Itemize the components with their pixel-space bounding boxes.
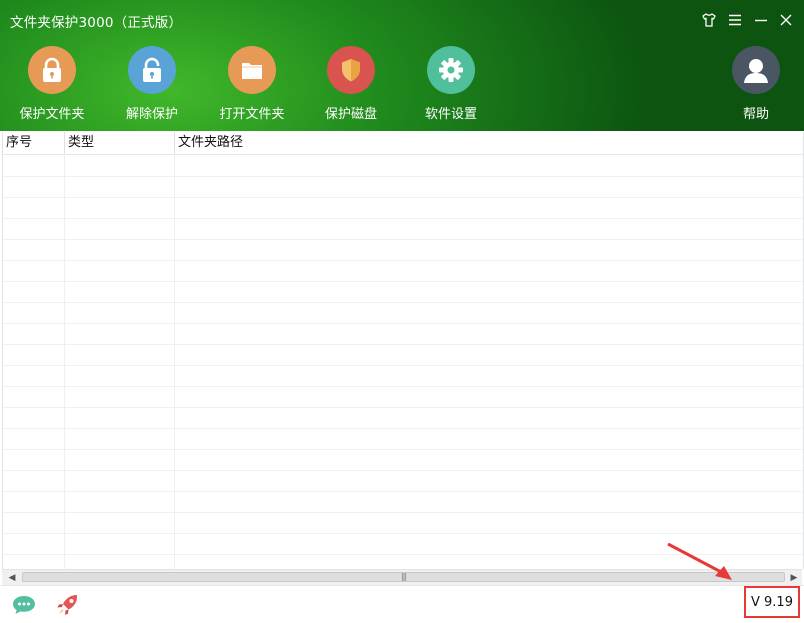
header-bar: 文件夹保护3000（正式版） 保护文件夹 解除保护 打开文件夹 保护磁盘 软件设… bbox=[0, 0, 804, 131]
row-gridline bbox=[3, 344, 803, 345]
row-gridline bbox=[3, 239, 803, 240]
row-gridline bbox=[3, 449, 803, 450]
gear-icon bbox=[427, 46, 475, 94]
column-header-type[interactable]: 类型 bbox=[65, 132, 173, 154]
rocket-icon[interactable] bbox=[55, 592, 81, 622]
window-title: 文件夹保护3000（正式版） bbox=[10, 15, 183, 31]
row-gridline bbox=[3, 407, 803, 408]
shield-icon bbox=[327, 46, 375, 94]
row-gridline bbox=[3, 218, 803, 219]
row-gridline bbox=[3, 281, 803, 282]
grip-icon: ||| bbox=[400, 572, 407, 581]
unprotect-button[interactable]: 解除保护 bbox=[102, 46, 202, 126]
close-icon[interactable] bbox=[777, 11, 795, 29]
row-gridline bbox=[3, 428, 803, 429]
scroll-left-arrow-icon[interactable]: ◀ bbox=[4, 570, 20, 585]
unlock-icon bbox=[128, 46, 176, 94]
protect-folder-button[interactable]: 保护文件夹 bbox=[2, 46, 102, 126]
open-folder-button[interactable]: 打开文件夹 bbox=[202, 46, 302, 126]
unprotect-label: 解除保护 bbox=[125, 107, 178, 122]
protect-disk-label: 保护磁盘 bbox=[324, 107, 377, 122]
settings-button[interactable]: 软件设置 bbox=[401, 46, 501, 126]
row-gridline bbox=[3, 176, 803, 177]
row-gridline bbox=[3, 533, 803, 534]
protect-disk-button[interactable]: 保护磁盘 bbox=[301, 46, 401, 126]
scroll-right-arrow-icon[interactable]: ▶ bbox=[786, 570, 802, 585]
folder-icon bbox=[228, 46, 276, 94]
row-gridline bbox=[3, 365, 803, 366]
row-gridline bbox=[3, 512, 803, 513]
row-gridline bbox=[3, 323, 803, 324]
row-gridline bbox=[3, 197, 803, 198]
column-header-index[interactable]: 序号 bbox=[3, 132, 63, 154]
feedback-icon[interactable] bbox=[11, 594, 37, 620]
column-header-path[interactable]: 文件夹路径 bbox=[175, 132, 775, 154]
table-header: 序号 类型 文件夹路径 bbox=[3, 132, 803, 155]
minimize-icon[interactable] bbox=[752, 11, 770, 29]
annotation-arrow-icon bbox=[667, 542, 732, 580]
settings-label: 软件设置 bbox=[424, 107, 477, 122]
column-gridline bbox=[64, 154, 65, 569]
lock-icon bbox=[28, 46, 76, 94]
column-gridline bbox=[174, 154, 175, 569]
help-label: 帮助 bbox=[742, 107, 769, 122]
row-gridline bbox=[3, 386, 803, 387]
protect-folder-label: 保护文件夹 bbox=[19, 107, 85, 122]
row-gridline bbox=[3, 302, 803, 303]
version-label: V 9.19 bbox=[744, 586, 800, 618]
folder-list-table[interactable]: 序号 类型 文件夹路径 bbox=[2, 132, 804, 569]
skin-icon[interactable] bbox=[700, 11, 718, 29]
row-gridline bbox=[3, 260, 803, 261]
open-folder-label: 打开文件夹 bbox=[219, 107, 285, 122]
menu-icon[interactable] bbox=[726, 11, 744, 29]
row-gridline bbox=[3, 470, 803, 471]
help-button[interactable]: 帮助 bbox=[706, 46, 804, 126]
row-gridline bbox=[3, 491, 803, 492]
status-bar bbox=[0, 585, 804, 623]
user-icon bbox=[732, 46, 780, 94]
